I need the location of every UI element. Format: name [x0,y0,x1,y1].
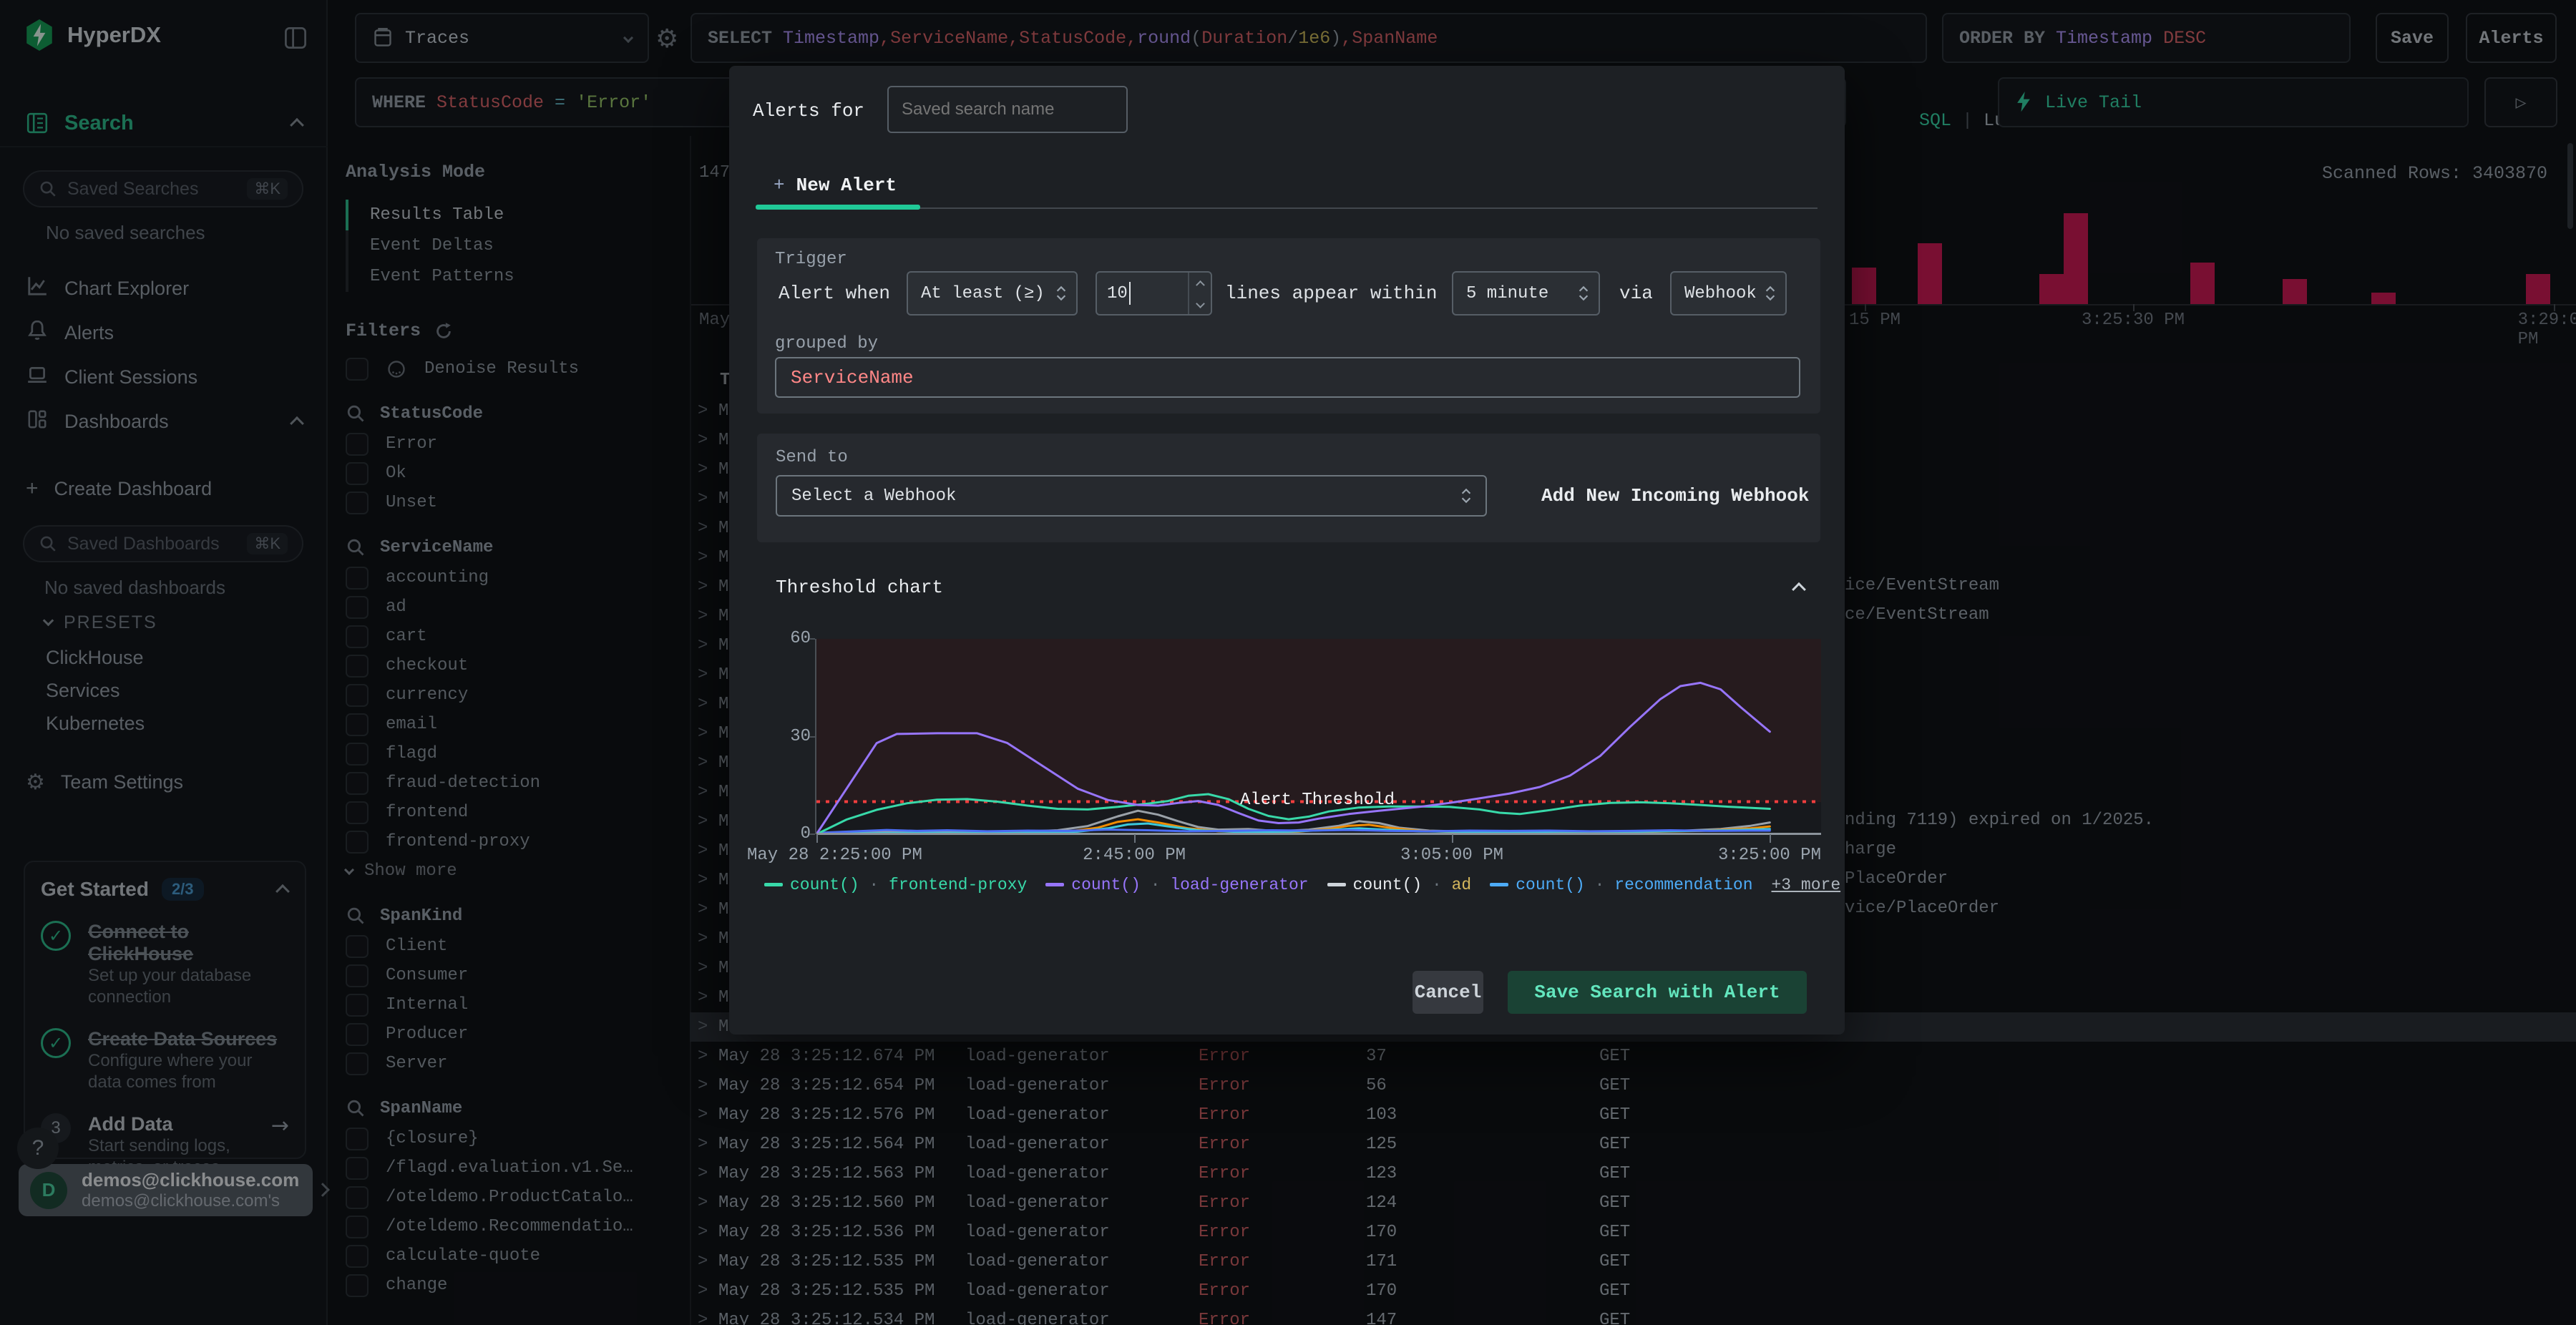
spinner-up-icon[interactable] [1195,280,1205,290]
webhook-select-value: Select a Webhook [791,486,957,506]
legend-dash-icon [1045,883,1065,887]
x-tick-mark [1769,834,1771,843]
legend-separator: · [1140,876,1171,894]
channel-select[interactable]: Webhook [1670,271,1787,316]
legend-dash-icon [764,883,783,887]
legend-dash-icon [1490,883,1509,887]
via-label: via [1619,283,1653,304]
send-to-label: Send to [776,448,848,467]
x-tick-label: May 28 2:25:00 PM [747,846,922,865]
legend-separator: · [1422,876,1452,894]
legend-separator: · [859,876,889,894]
trigger-panel: Trigger Alert when At least (≥) 10 lines… [757,238,1820,414]
y-axis-spine [815,639,816,834]
legend-count-label: count() [1071,876,1141,894]
x-tick-mark [1452,834,1454,843]
grouped-by-input[interactable]: ServiceName [775,357,1800,398]
condition-value: At least (≥) [921,283,1045,303]
x-tick-mark [816,834,818,843]
alert-threshold-label: Alert Threshold [1239,790,1395,810]
threshold-chart: Alert Threshold [815,639,1821,835]
y-tick-mark [809,735,815,738]
collapse-chart-icon[interactable] [1792,582,1806,597]
channel-value: Webhook [1684,283,1757,303]
webhook-select[interactable]: Select a Webhook [776,475,1487,517]
tab-active-indicator [756,205,920,210]
legend-series-name: recommendation [1614,876,1753,894]
y-tick-label: 0 [800,824,811,844]
select-chevrons-icon [1765,285,1775,301]
app-root: Traces ⚙ SELECT Timestamp,ServiceName,St… [0,0,2576,1325]
select-chevrons-icon [1579,285,1589,301]
series-countother [816,822,1771,834]
select-chevrons-icon [1056,285,1066,301]
y-tick-mark [809,833,815,835]
grouped-by-value: ServiceName [791,366,914,388]
save-search-with-alert-button[interactable]: Save Search with Alert [1508,971,1807,1014]
x-tick-label: 3:25:00 PM [1717,846,1821,865]
trigger-label: Trigger [775,250,847,269]
add-webhook-button[interactable]: Add New Incoming Webhook [1541,485,1809,507]
chart-legend: count() · frontend-proxy count() · load-g… [764,876,1840,894]
legend-item-recommendation[interactable]: count() · recommendation [1490,876,1753,894]
threshold-value: 10 [1107,283,1128,303]
text-cursor [1128,282,1131,305]
modal-title: Alerts for [753,100,865,122]
series-countload-generator [816,681,1771,834]
legend-count-label: count() [790,876,859,894]
y-tick-label: 30 [790,726,811,746]
legend-item-frontend-proxy[interactable]: count() · frontend-proxy [764,876,1027,894]
x-tick-mark [1134,834,1136,843]
condition-select[interactable]: At least (≥) [907,271,1078,316]
y-tick-label: 60 [790,629,811,648]
x-axis-zero-line [816,833,1821,835]
threshold-chart-title: Threshold chart [776,577,944,598]
legend-count-label: count() [1352,876,1423,894]
send-to-panel: Send to Select a Webhook Add New Incomin… [757,434,1820,542]
threshold-input[interactable]: 10 [1096,271,1212,316]
x-tick-label: 2:45:00 PM [1083,846,1186,865]
select-chevrons-icon [1461,488,1471,504]
cancel-button[interactable]: Cancel [1413,971,1483,1014]
alert-modal: Alerts for + New Alert Trigger Alert when… [729,66,1845,1035]
legend-series-name: ad [1451,876,1472,894]
x-tick-label: 3:05:00 PM [1400,846,1504,865]
lines-within-label: lines appear within [1225,283,1438,304]
tab-new-alert[interactable]: + New Alert [774,175,897,196]
legend-series-name: frontend-proxy [889,876,1028,894]
legend-count-label: count() [1516,876,1585,894]
grouped-by-label: grouped by [775,334,879,353]
y-tick-mark [809,638,815,640]
alert-when-label: Alert when [779,283,891,304]
spinner-down-icon[interactable] [1195,299,1205,308]
legend-series-name: load-generator [1170,876,1309,894]
legend-more-button[interactable]: +3 more [1772,876,1841,894]
number-spinner[interactable] [1188,273,1211,314]
legend-separator: · [1584,876,1615,894]
legend-item-ad[interactable]: count() · ad [1327,876,1472,894]
window-select[interactable]: 5 minute [1452,271,1600,316]
tab-label: New Alert [796,175,897,196]
legend-dash-icon [1327,883,1346,887]
saved-search-name-input[interactable] [887,86,1128,133]
legend-item-load-generator[interactable]: count() · load-generator [1045,876,1309,894]
window-value: 5 minute [1466,283,1549,303]
plus-icon: + [774,175,785,196]
